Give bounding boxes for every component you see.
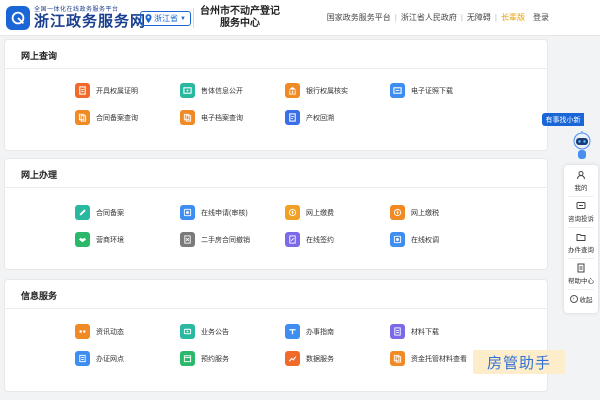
certificate-icon	[75, 83, 90, 98]
login-link[interactable]: 登录	[533, 12, 549, 23]
archive-icon	[180, 110, 195, 125]
sign-icon	[285, 232, 300, 247]
item-appointment[interactable]: 预约服务	[180, 351, 229, 366]
handshake-icon	[75, 232, 90, 247]
item-online-tax[interactable]: 网上缴税	[390, 205, 439, 220]
side-my-button[interactable]: 我的	[564, 167, 598, 195]
top-nav: 国家政务服务平台 | 浙江省人民政府 | 无障碍 | 长辈版	[326, 12, 525, 23]
help-assistant-tag[interactable]: 有事找小新	[542, 113, 584, 126]
history-icon	[285, 110, 300, 125]
data-icon	[285, 351, 300, 366]
folder-icon	[576, 234, 586, 241]
header-divider	[193, 8, 194, 28]
item-online-application[interactable]: 在线申请(审核)	[180, 205, 248, 220]
apply-icon	[180, 205, 195, 220]
section-online-query: 网上查询 开具权属证明 售体信息公开 银行权属核实 电子证照下载 合同备案查询 …	[4, 39, 548, 151]
collapse-arrow-icon: ›	[569, 295, 578, 303]
item-property-certificate[interactable]: 开具权属证明	[75, 83, 138, 98]
item-service-guide[interactable]: 办事指南	[285, 324, 334, 339]
caret-down-icon: ▼	[180, 15, 186, 22]
region-label: 浙江省	[154, 14, 178, 23]
item-online-payment[interactable]: 网上缴费	[285, 205, 334, 220]
guide-icon	[285, 324, 300, 339]
item-data-service[interactable]: 数据服务	[285, 351, 334, 366]
item-secondhand-contract-cancel[interactable]: 二手房合同撤销	[180, 232, 250, 247]
section-title: 网上查询	[21, 51, 58, 61]
center-title-line2: 服务中心	[220, 18, 260, 29]
info-icon	[180, 83, 195, 98]
item-e-license-download[interactable]: 电子证照下载	[390, 83, 453, 98]
item-contract-record-query[interactable]: 合同备案查询	[75, 110, 138, 125]
user-icon	[577, 171, 585, 180]
center-title-line1: 台州市不动产登记	[200, 6, 280, 17]
side-collapse-button[interactable]: › 收起	[564, 291, 598, 307]
nav-elder-version[interactable]: 长辈版	[501, 12, 525, 23]
news-icon	[75, 324, 90, 339]
item-online-signing[interactable]: 在线签约	[285, 232, 334, 247]
item-info-disclosure[interactable]: 售体信息公开	[180, 83, 243, 98]
download-icon	[390, 83, 405, 98]
watermark-text: 房管助手	[486, 354, 551, 372]
contract-icon	[75, 110, 90, 125]
help-doc-icon	[577, 263, 585, 273]
item-news[interactable]: 资讯动态	[75, 324, 124, 339]
item-material-download[interactable]: 材料下载	[390, 324, 439, 339]
item-e-archive-query[interactable]: 电子档案查询	[180, 110, 243, 125]
location-pin-icon	[145, 14, 152, 23]
location-icon	[75, 351, 90, 366]
bank-icon	[285, 83, 300, 98]
section-title: 网上办理	[21, 170, 58, 180]
cancel-icon	[180, 232, 195, 247]
top-header: 全国一体化在线政务服务平台 浙江政务服务网 浙江省 ▼ 台州市不动产登记 服务中…	[0, 0, 600, 36]
item-contract-filing[interactable]: 合同备案	[75, 205, 124, 220]
tax-icon	[390, 205, 405, 220]
fund-icon	[390, 351, 405, 366]
edit-icon	[75, 205, 90, 220]
section-info-service: 信息服务 资讯动态 业务公告 办事指南 材料下载 办证网点 预约服务 数据服务 …	[4, 279, 548, 392]
nav-national-platform[interactable]: 国家政务服务平台	[327, 12, 391, 23]
announce-icon	[180, 324, 195, 339]
side-help-button[interactable]: 帮助中心	[564, 260, 598, 288]
brand-subtitle: 全国一体化在线政务服务平台	[34, 7, 119, 13]
item-online-right-adjust[interactable]: 在线权调	[390, 232, 439, 247]
zj-logo-icon[interactable]	[6, 6, 30, 30]
robot-assistant-icon[interactable]	[570, 131, 594, 163]
side-query-button[interactable]: 办件查询	[564, 229, 598, 257]
brand[interactable]: 全国一体化在线政务服务平台 浙江政务服务网	[34, 4, 146, 31]
center-title: 台州市不动产登记 服务中心	[198, 6, 282, 30]
pay-icon	[285, 205, 300, 220]
chat-icon	[576, 202, 586, 209]
adjust-icon	[390, 232, 405, 247]
item-business-environment[interactable]: 营商环境	[75, 232, 124, 247]
region-selector[interactable]: 浙江省 ▼	[140, 11, 191, 26]
brand-title: 浙江政务服务网	[34, 14, 147, 30]
calendar-icon	[180, 351, 195, 366]
nav-accessibility[interactable]: 无障碍	[467, 12, 491, 23]
side-consult-button[interactable]: 咨询投诉	[564, 198, 598, 226]
item-property-history[interactable]: 产权回溯	[285, 110, 334, 125]
section-title: 信息服务	[21, 291, 58, 301]
item-announcement[interactable]: 业务公告	[180, 324, 229, 339]
item-bank-verification[interactable]: 银行权属核实	[285, 83, 348, 98]
item-service-outlets[interactable]: 办证网点	[75, 351, 124, 366]
section-online-handling: 网上办理 合同备案 在线申请(审核) 网上缴费 网上缴税 营商环境 二手房合同撤…	[4, 158, 548, 270]
nav-provincial-gov[interactable]: 浙江省人民政府	[401, 12, 457, 23]
watermark: 房管助手	[473, 350, 565, 374]
side-toolbar: 我的 咨询投诉 办件查询 帮助中心 › 收起	[564, 165, 598, 313]
item-fund-escrow-materials[interactable]: 资金托管材料查看	[390, 351, 467, 366]
material-icon	[390, 324, 405, 339]
